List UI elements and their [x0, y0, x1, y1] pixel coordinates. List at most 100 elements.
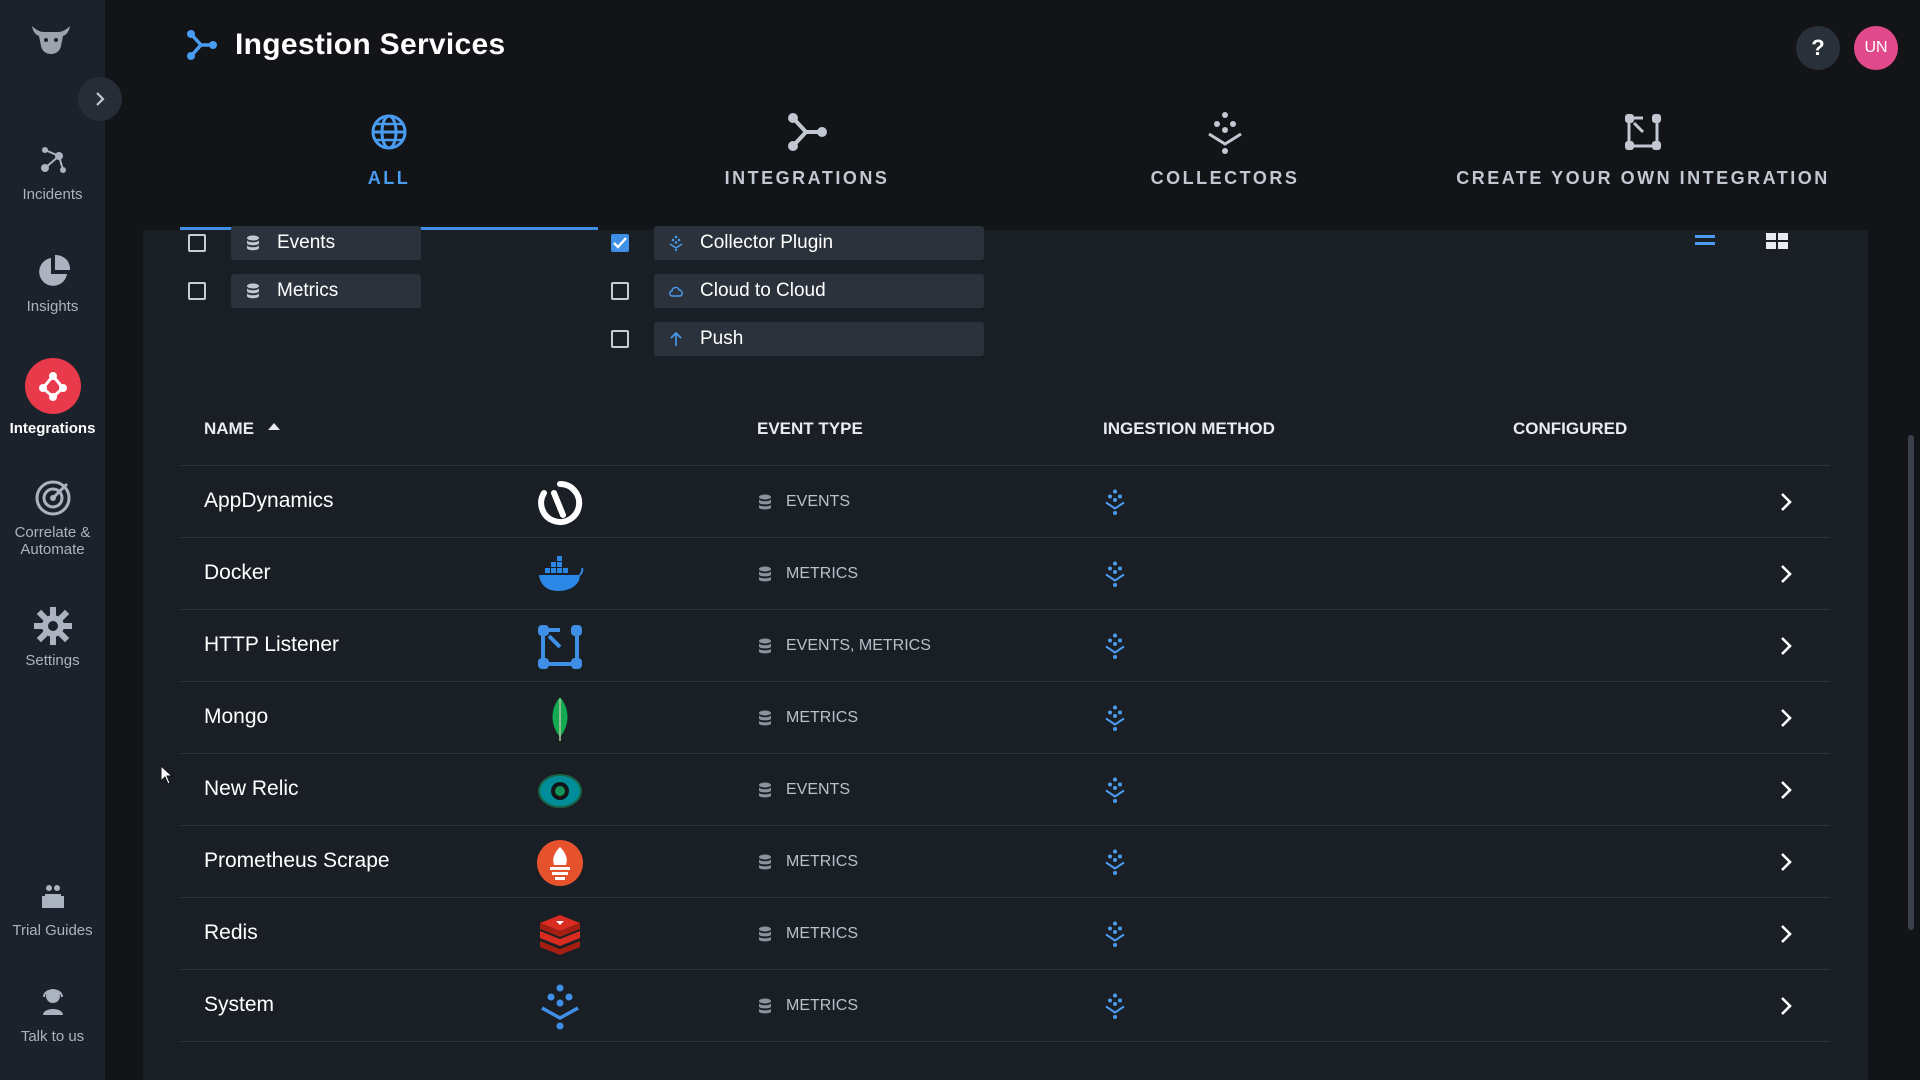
target-icon [35, 480, 70, 516]
sort-ascending-icon [268, 423, 281, 430]
globe-icon [371, 114, 407, 150]
chevron-right-icon [96, 92, 105, 106]
column-header-event-type[interactable]: EVENT TYPE [757, 419, 863, 439]
list-view-icon[interactable] [1693, 232, 1717, 250]
grid-view-icon[interactable] [1765, 232, 1789, 250]
integration-name: Mongo [204, 705, 269, 728]
event-type-cell: METRICS [758, 565, 858, 583]
scrollbar-thumb[interactable] [1908, 435, 1914, 930]
sidebar-item-insights[interactable]: Insights [0, 252, 105, 315]
filter-metrics[interactable]: Metrics [188, 274, 421, 308]
filter-label: Metrics [277, 280, 339, 301]
sidebar-item-settings[interactable]: Settings [0, 606, 105, 669]
tab-collectors[interactable]: COLLECTORS [1016, 110, 1434, 230]
event-type-cell: EVENTS, METRICS [758, 637, 931, 655]
integrations-icon [187, 30, 217, 60]
integration-name: Redis [204, 921, 258, 944]
collector-plugin-icon [1103, 705, 1127, 731]
filter-chip: Events [231, 226, 421, 260]
database-icon [758, 638, 772, 654]
table-row[interactable]: System METRICS [180, 969, 1830, 1042]
chevron-right-icon[interactable] [1776, 635, 1796, 657]
checkmark-icon [613, 237, 627, 249]
tab-label: CREATE YOUR OWN INTEGRATION [1456, 168, 1830, 188]
column-header-ingestion-method[interactable]: INGESTION METHOD [1103, 419, 1275, 439]
chevron-right-icon[interactable] [1776, 563, 1796, 585]
filter-events[interactable]: Events [188, 226, 421, 260]
table-row[interactable]: Mongo METRICS [180, 681, 1830, 754]
chevron-right-icon[interactable] [1776, 995, 1796, 1017]
table-row[interactable]: Prometheus Scrape METRICS [180, 825, 1830, 898]
sidebar-item-label: Correlate & Automate [14, 524, 91, 558]
chevron-right-icon[interactable] [1776, 779, 1796, 801]
filter-collector-plugin[interactable]: Collector Plugin [611, 226, 984, 260]
filter-label: Collector Plugin [700, 232, 834, 253]
new-relic-logo [536, 767, 584, 815]
event-type-cell: METRICS [758, 853, 858, 871]
bull-logo-icon[interactable] [28, 20, 74, 62]
filter-label: Events [277, 232, 336, 253]
chevron-right-icon[interactable] [1776, 923, 1796, 945]
help-button[interactable]: ? [1796, 26, 1840, 70]
mouse-cursor-icon [160, 765, 174, 785]
sidebar-item-label: Incidents [22, 186, 83, 203]
chevron-right-icon[interactable] [1776, 491, 1796, 513]
event-type-label: EVENTS [786, 781, 851, 798]
integrations-icon [24, 358, 81, 414]
table-row[interactable]: AppDynamics EVENTS [180, 465, 1830, 538]
avatar[interactable]: UN [1854, 26, 1898, 70]
sidebar-item-talk-to-us[interactable]: Talk to us [0, 982, 105, 1045]
integration-name: AppDynamics [204, 489, 334, 512]
http-listener-logo [536, 623, 584, 671]
collector-plugin-checkbox[interactable] [611, 234, 629, 252]
sidebar-item-label: Trial Guides [12, 922, 93, 939]
chevron-right-icon[interactable] [1776, 851, 1796, 873]
sidebar-item-correlate-automate[interactable]: Correlate & Automate [0, 478, 105, 558]
guide-icon [41, 885, 64, 908]
tab-bar: ALL INTEGRATIONS COLLECTORS CREATE YOUR … [180, 110, 1852, 230]
database-icon [247, 235, 259, 251]
filter-cloud-to-cloud[interactable]: Cloud to Cloud [611, 274, 984, 308]
cloud-to-cloud-checkbox[interactable] [611, 282, 629, 300]
prometheus-logo [536, 839, 584, 887]
redis-logo [536, 911, 584, 959]
column-header-name[interactable]: NAME [204, 419, 282, 439]
database-icon [758, 854, 772, 870]
page-header: Ingestion Services ? UN ALL INTEGRATIONS [105, 0, 1920, 230]
event-type-cell: EVENTS [758, 781, 850, 799]
table-row[interactable]: Docker METRICS [180, 537, 1830, 610]
appdynamics-logo [536, 479, 584, 527]
tab-label: COLLECTORS [1150, 168, 1300, 188]
cloud-icon [669, 286, 683, 297]
sidebar-item-incidents[interactable]: Incidents [0, 140, 105, 203]
filter-push[interactable]: Push [611, 322, 984, 356]
sidebar-item-label: Integrations [9, 420, 96, 437]
collector-plugin-icon [1103, 561, 1127, 587]
custom-integration-icon [1625, 114, 1661, 150]
table-row[interactable]: HTTP Listener EVENTS, METRICS [180, 609, 1830, 682]
chevron-right-icon[interactable] [1776, 707, 1796, 729]
events-checkbox[interactable] [188, 234, 206, 252]
collector-plugin-icon [1103, 633, 1127, 659]
filter-label: Cloud to Cloud [700, 280, 826, 301]
collector-plugin-icon [1103, 777, 1127, 803]
table-row[interactable]: Redis METRICS [180, 897, 1830, 970]
event-type-cell: METRICS [758, 709, 858, 727]
gear-icon [33, 607, 72, 645]
metrics-checkbox[interactable] [188, 282, 206, 300]
column-header-configured[interactable]: CONFIGURED [1513, 419, 1627, 439]
integration-name: New Relic [204, 777, 299, 800]
sidebar-item-integrations[interactable]: Integrations [0, 358, 105, 437]
page-title: Ingestion Services [235, 28, 506, 61]
tab-create-your-own-integration[interactable]: CREATE YOUR OWN INTEGRATION [1434, 110, 1852, 230]
filter-chip: Collector Plugin [654, 226, 984, 260]
integration-name: Prometheus Scrape [204, 849, 390, 872]
tab-all[interactable]: ALL [180, 110, 598, 230]
push-checkbox[interactable] [611, 330, 629, 348]
filter-chip: Metrics [231, 274, 421, 308]
tab-integrations[interactable]: INTEGRATIONS [598, 110, 1016, 230]
table-row[interactable]: New Relic EVENTS [180, 753, 1830, 826]
sidebar-expand-button[interactable] [78, 77, 122, 121]
support-agent-icon [42, 989, 63, 1015]
sidebar-item-trial-guides[interactable]: Trial Guides [0, 876, 105, 939]
